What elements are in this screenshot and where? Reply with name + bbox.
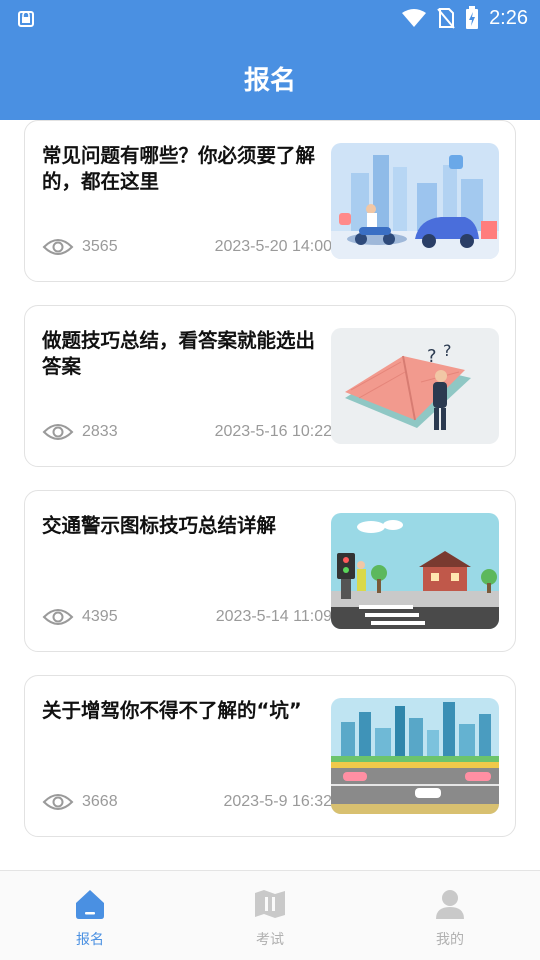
article-card[interactable]: 做题技巧总结，看答案就能选出答案 2833 2023-5-16 10:22 ? …: [24, 305, 516, 467]
article-title: 常见问题有哪些？你必须要了解的，都在这里: [42, 144, 316, 193]
book-thinking-illustration: ? ?: [331, 328, 499, 444]
status-bar: 2:26: [0, 0, 540, 36]
svg-text:?: ?: [443, 341, 452, 360]
battery-charging-icon: [466, 6, 479, 29]
eye-icon: [42, 424, 74, 440]
no-sim-icon: [437, 8, 455, 29]
article-title: 关于增驾你不得不了解的“坑”: [42, 699, 302, 722]
wifi-icon: [402, 9, 427, 27]
view-count: 2833: [82, 423, 118, 440]
article-card[interactable]: 常见问题有哪些？你必须要了解的，都在这里 3565 2023-5-20 14:0…: [24, 120, 516, 282]
nav-label: 我的: [436, 932, 464, 948]
map-icon: [255, 890, 285, 918]
view-count: 3668: [82, 793, 118, 810]
bottom-nav: 报名 考试 我的: [0, 870, 540, 960]
eye-icon: [42, 794, 74, 810]
nav-label: 报名: [76, 932, 104, 948]
crosswalk-illustration: [331, 513, 499, 629]
nav-item-mine[interactable]: 我的: [360, 871, 540, 960]
nav-item-signup[interactable]: 报名: [0, 871, 180, 960]
nav-label: 考试: [256, 932, 284, 948]
publish-date: 2023-5-16 10:22: [214, 423, 332, 440]
eye-icon: [42, 239, 74, 255]
app-header: 报名: [0, 36, 540, 120]
lock-notification-icon: [18, 11, 34, 27]
city-traffic-illustration: [331, 143, 499, 259]
article-list[interactable]: 常见问题有哪些？你必须要了解的，都在这里 3565 2023-5-20 14:0…: [0, 120, 540, 870]
eye-icon: [42, 609, 74, 625]
view-count: 4395: [82, 608, 118, 625]
article-title: 做题技巧总结，看答案就能选出答案: [42, 329, 316, 378]
publish-date: 2023-5-14 11:09: [215, 608, 332, 625]
article-card[interactable]: 交通警示图标技巧总结详解 4395 2023-5-14 11:09: [24, 490, 516, 652]
nav-item-exam[interactable]: 考试: [180, 871, 360, 960]
publish-date: 2023-5-9 16:32: [223, 793, 332, 810]
view-count: 3565: [82, 238, 118, 255]
publish-date: 2023-5-20 14:00: [214, 238, 332, 255]
svg-text:?: ?: [427, 346, 437, 367]
article-title: 交通警示图标技巧总结详解: [42, 514, 277, 537]
article-meta: 4395 2023-5-14 11:09: [42, 603, 332, 631]
page-title: 报名: [243, 65, 296, 96]
article-meta: 3668 2023-5-9 16:32: [42, 788, 332, 816]
status-time: 2:26: [489, 6, 528, 29]
city-road-illustration: [331, 698, 499, 814]
article-card[interactable]: 关于增驾你不得不了解的“坑” 3668 2023-5-9 16:32: [24, 675, 516, 837]
article-meta: 2833 2023-5-16 10:22: [42, 418, 332, 446]
home-icon: [76, 890, 104, 919]
article-meta: 3565 2023-5-20 14:00: [42, 233, 332, 261]
user-icon: [436, 890, 464, 919]
